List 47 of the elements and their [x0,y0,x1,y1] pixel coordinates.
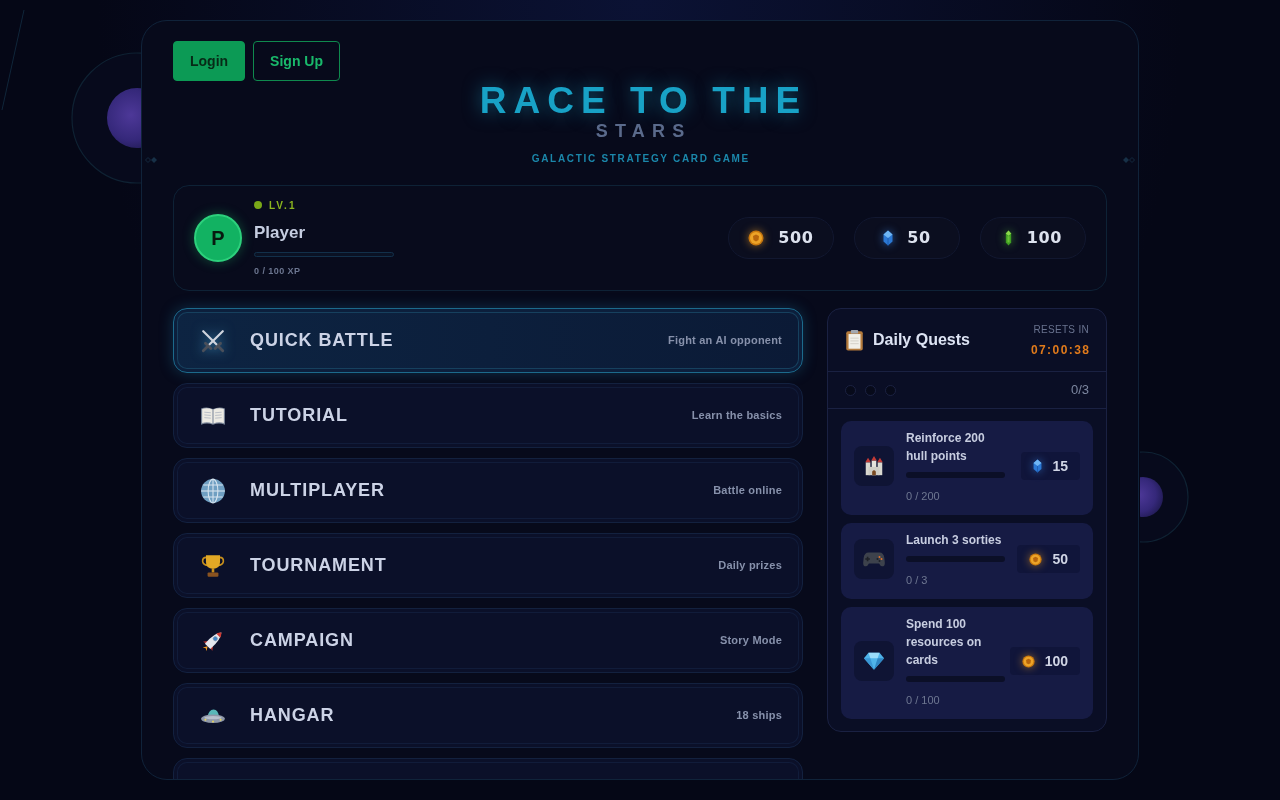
reset-timer: 07:00:38 [1030,342,1091,357]
menu-item[interactable]: TOURNAMENT Daily prizes [173,533,803,598]
currency-amount: 100 [1026,227,1063,249]
menu-item[interactable]: CAMPAIGN Story Mode [173,608,803,673]
gem-icon [854,641,894,681]
reward-amount: 50 [1052,549,1068,569]
quest-title: Spend 100 resources on cards [906,616,983,669]
game-subtitle: STARS [595,122,692,140]
level-label: LV.1 [269,198,297,213]
coin-icon [748,230,765,246]
quest-count: 0/3 [1070,381,1089,400]
menu-item[interactable]: TUTORIAL Learn the basics [173,383,803,448]
reward-amount: 100 [1044,651,1068,671]
quest-progress: 0 / 3 [906,573,929,587]
quest-title: Reinforce 200 hull points [906,430,986,465]
tagline: GALACTIC STRATEGY CARD GAME [531,154,750,164]
panel-title: Daily Quests [873,330,970,350]
resets-label: RESETS IN [1033,323,1089,336]
crystal-icon [883,230,894,246]
menu-item[interactable]: MULTIPLAYER Battle online [173,458,803,523]
menu-item[interactable]: QUICK BATTLE Fight an AI opponent [173,308,803,373]
quest-progress: 0 / 100 [906,693,941,707]
ornament-icon [145,157,157,163]
currency-amount: 500 [778,227,814,249]
player-name: Player [254,223,307,243]
crossed-swords-icon [200,327,226,354]
clipboard-icon [845,329,864,351]
reward-amount: 15 [1052,456,1068,476]
quest-progress: 0 / 200 [906,489,941,503]
ornament-icon [1123,157,1135,163]
crystal-icon [1033,459,1043,473]
coin-icon [1021,654,1035,668]
globe-icon [200,477,226,504]
login-button[interactable]: Login [173,41,246,81]
quest-title: Launch 3 sorties [906,532,1003,549]
coin-icon [1029,552,1043,566]
status-dot-icon [254,201,262,209]
menu-item[interactable]: HANGAR 18 ships [173,683,803,748]
currency-amount: 50 [907,227,931,249]
game-title: RACE TO THE [479,82,808,120]
xp-reading: 0 / 100 XP [254,265,302,277]
gamepad-icon [854,539,894,579]
energy-crystal-icon [1003,230,1013,246]
trophy-icon [200,552,226,579]
signup-button[interactable]: Sign Up [253,41,340,81]
castle-icon [854,446,894,486]
avatar: P [194,214,242,262]
